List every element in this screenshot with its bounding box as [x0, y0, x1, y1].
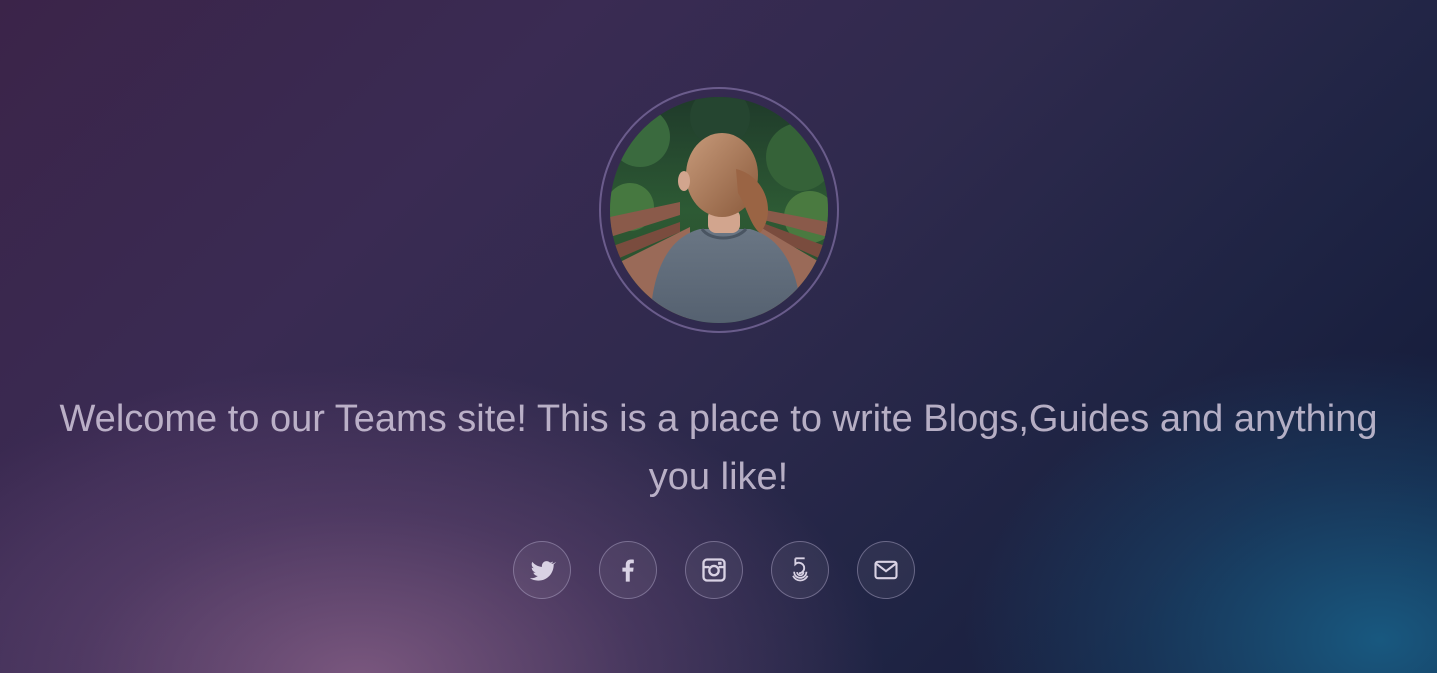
email-button[interactable]	[857, 541, 915, 599]
500px-button[interactable]	[771, 541, 829, 599]
avatar	[610, 97, 828, 323]
avatar-ring	[599, 87, 839, 333]
instagram-button[interactable]	[685, 541, 743, 599]
facebook-icon	[622, 559, 634, 582]
facebook-button[interactable]	[599, 541, 657, 599]
twitter-button[interactable]	[513, 541, 571, 599]
social-links	[513, 541, 915, 599]
hero-section: Welcome to our Teams site! This is a pla…	[0, 0, 1437, 673]
500px-icon	[792, 557, 809, 582]
twitter-icon	[529, 561, 556, 581]
email-icon	[874, 560, 898, 580]
instagram-icon	[702, 558, 726, 582]
welcome-tagline: Welcome to our Teams site! This is a pla…	[59, 398, 1378, 498]
